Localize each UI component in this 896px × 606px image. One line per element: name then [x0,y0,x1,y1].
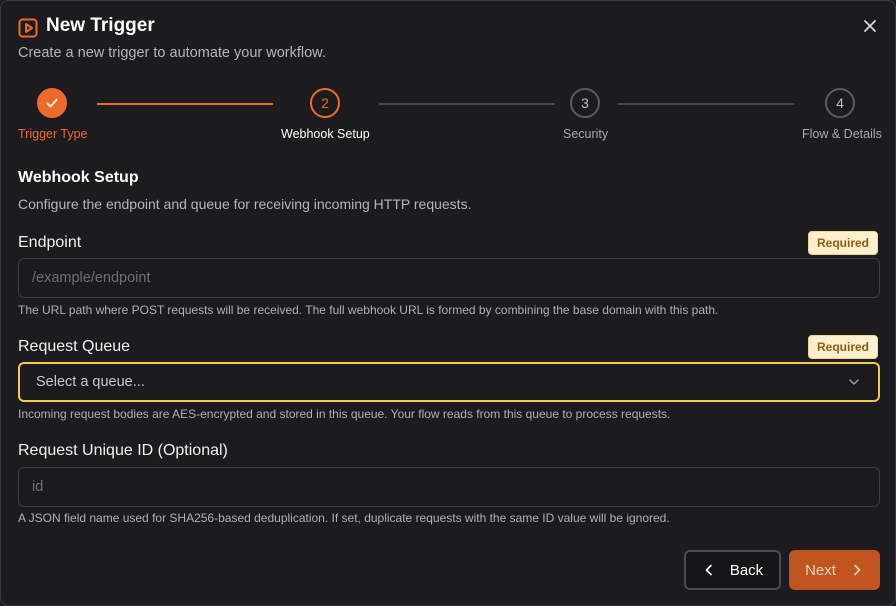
chevron-down-icon [849,379,859,385]
play-square-icon [18,18,38,38]
next-button[interactable]: Next [789,550,880,590]
chevron-right-icon [854,564,861,576]
step-3-circle: 3 [570,88,600,118]
chevron-left-icon [705,564,712,576]
request-queue-select[interactable]: Select a queue... [18,362,880,402]
check-icon [46,98,58,108]
endpoint-required-badge: Required [807,231,878,255]
unique-id-help-text: A JSON field name used for SHA256-based … [18,511,670,525]
step-connector-1 [97,103,273,105]
endpoint-placeholder: /example/endpoint [32,270,151,286]
back-button-label: Back [729,561,764,579]
step-2-label: Webhook Setup [281,127,370,141]
dialog-title: New Trigger [46,15,155,36]
new-trigger-dialog: New Trigger Create a new trigger to auto… [0,0,896,606]
unique-id-input[interactable]: id [18,467,880,507]
step-1-label: Trigger Type [18,127,88,141]
step-2-circle: 2 [310,88,340,118]
back-button[interactable]: Back [684,550,781,590]
step-4-number: 4 [836,95,844,111]
step-2-number: 2 [321,95,329,111]
endpoint-help-text: The URL path where POST requests will be… [18,303,719,317]
request-queue-selected-value: Select a queue... [36,374,145,390]
step-connector-3 [618,103,794,105]
request-queue-required-badge: Required [807,335,878,359]
step-4-label: Flow & Details [802,127,882,141]
endpoint-label: Endpoint [18,234,82,251]
request-queue-help-text: Incoming request bodies are AES-encrypte… [18,407,671,421]
close-icon[interactable] [861,17,879,35]
section-description: Configure the endpoint and queue for rec… [18,196,472,212]
step-connector-2 [379,103,555,105]
request-queue-label: Request Queue [18,338,131,355]
step-4-circle: 4 [825,88,855,118]
section-title: Webhook Setup [18,169,139,186]
next-button-label: Next [805,561,836,579]
step-3-label: Security [563,127,609,141]
step-1-circle [37,88,67,118]
step-3-number: 3 [581,95,589,111]
unique-id-placeholder: id [32,479,44,495]
dialog-subtitle: Create a new trigger to automate your wo… [18,45,326,61]
endpoint-input[interactable]: /example/endpoint [18,258,880,298]
unique-id-label: Request Unique ID (Optional) [18,442,228,459]
